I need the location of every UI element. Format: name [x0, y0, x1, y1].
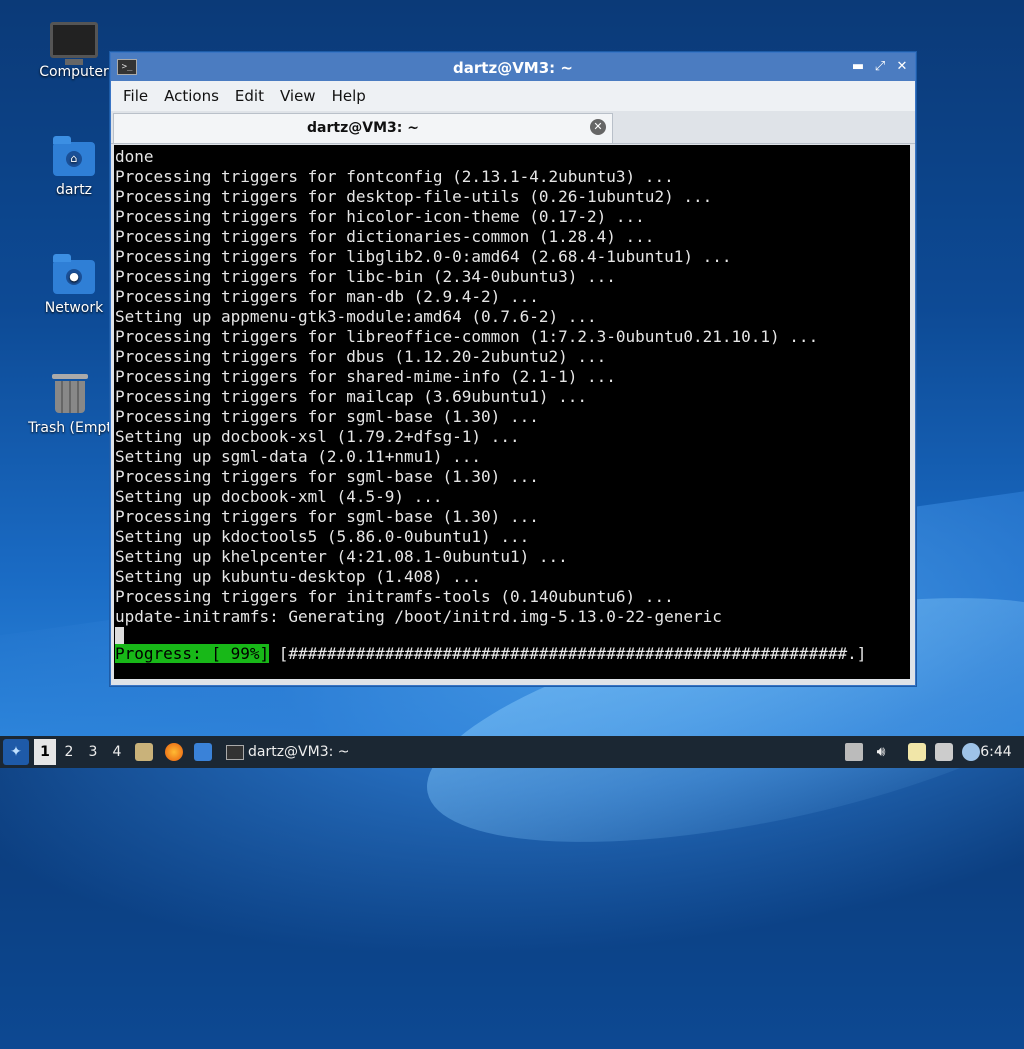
window-title: dartz@VM3: ~ [453, 59, 573, 77]
close-button[interactable]: ✕ [893, 58, 911, 76]
desktop-icon-label: Trash (Empt [28, 420, 112, 436]
terminal-icon [226, 745, 244, 760]
terminal-line: Processing triggers for fontconfig (2.13… [115, 167, 674, 186]
taskbar-terminal-button[interactable]: dartz@VM3: ~ [218, 736, 418, 768]
terminal-line: Processing triggers for dictionaries-com… [115, 227, 655, 246]
network-icon[interactable] [935, 743, 953, 761]
terminal-line: Processing triggers for sgml-base (1.30)… [115, 407, 539, 426]
trash-icon [52, 374, 88, 414]
computer-icon [50, 22, 98, 65]
terminal-cursor [115, 627, 124, 645]
terminal-line: Processing triggers for man-db (2.9.4-2)… [115, 287, 539, 306]
eject-icon[interactable] [845, 743, 863, 761]
terminal-line: Setting up sgml-data (2.0.11+nmu1) ... [115, 447, 482, 466]
clipboard-icon[interactable] [908, 743, 926, 761]
progress-bar-text: [#######################################… [269, 644, 867, 663]
workspace-4[interactable]: 4 [106, 736, 128, 768]
minimize-button[interactable]: ▬ [849, 58, 867, 76]
desktop-icon-label: Computer [39, 64, 109, 80]
desktop-icon-home[interactable]: ⌂ dartz [28, 136, 120, 198]
desktop-icon-label: Network [44, 300, 104, 316]
window-titlebar[interactable]: >_ dartz@VM3: ~ ▬ ⤢ ✕ [111, 53, 915, 81]
terminal-window[interactable]: >_ dartz@VM3: ~ ▬ ⤢ ✕ File Actions Edit … [110, 52, 916, 686]
network-folder-icon: ● [53, 254, 95, 294]
clock[interactable]: 6:44 [976, 736, 1016, 768]
maximize-button[interactable]: ⤢ [871, 58, 889, 76]
menu-actions[interactable]: Actions [156, 87, 227, 105]
progress-label: Progress: [ 99%] [115, 644, 270, 663]
terminal-line: Processing triggers for shared-mime-info… [115, 367, 616, 386]
terminal-line: Setting up kdoctools5 (5.86.0-0ubuntu1) … [115, 527, 530, 546]
progress-row: Progress: [ 99%] [######################… [115, 644, 866, 664]
show-desktop-icon[interactable] [194, 743, 212, 761]
menu-edit[interactable]: Edit [227, 87, 272, 105]
terminal-line: Processing triggers for hicolor-icon-the… [115, 207, 645, 226]
terminal-lines: done Processing triggers for fontconfig (… [114, 145, 910, 647]
tab-terminal[interactable]: dartz@VM3: ~ ✕ [113, 113, 613, 143]
terminal-line: Processing triggers for desktop-file-uti… [115, 187, 713, 206]
tab-bar: dartz@VM3: ~ ✕ [111, 111, 915, 144]
terminal-line: Processing triggers for sgml-base (1.30)… [115, 507, 539, 526]
workspace-3[interactable]: 3 [82, 736, 104, 768]
firefox-icon[interactable] [165, 743, 183, 761]
desktop-icon-trash[interactable]: Trash (Empt [20, 374, 120, 436]
workspace-1[interactable]: 1 [34, 739, 56, 765]
terminal-line: Processing triggers for mailcap (3.69ubu… [115, 387, 588, 406]
terminal-line: Setting up docbook-xsl (1.79.2+dfsg-1) .… [115, 427, 520, 446]
volume-icon[interactable]: 🔊︎ [870, 736, 892, 768]
terminal-line: Setting up appmenu-gtk3-module:amd64 (0.… [115, 307, 597, 326]
terminal-line: Processing triggers for dbus (1.12.20-2u… [115, 347, 607, 366]
menu-help[interactable]: Help [324, 87, 374, 105]
start-menu-button[interactable]: ✦ [3, 739, 29, 765]
terminal-line: Setting up kubuntu-desktop (1.408) ... [115, 567, 482, 586]
menu-bar: File Actions Edit View Help [111, 81, 915, 111]
terminal-line: update-initramfs: Generating /boot/initr… [115, 607, 722, 626]
terminal-line: Processing triggers for libc-bin (2.34-0… [115, 267, 616, 286]
desktop-icon-network[interactable]: ● Network [28, 254, 120, 316]
taskbar-task-label: dartz@VM3: ~ [248, 744, 350, 760]
desktop-icon-label: dartz [55, 182, 93, 198]
workspace-2[interactable]: 2 [58, 736, 80, 768]
file-manager-icon[interactable] [135, 743, 153, 761]
tab-close-icon[interactable]: ✕ [590, 119, 606, 135]
terminal-output[interactable]: done Processing triggers for fontconfig (… [114, 145, 910, 679]
menu-view[interactable]: View [272, 87, 324, 105]
terminal-line: Processing triggers for libreoffice-comm… [115, 327, 819, 346]
terminal-line: Processing triggers for initramfs-tools … [115, 587, 674, 606]
terminal-line: Processing triggers for libglib2.0-0:amd… [115, 247, 732, 266]
tab-label: dartz@VM3: ~ [307, 120, 419, 136]
desktop-icon-computer[interactable]: Computer [28, 22, 120, 80]
menu-file[interactable]: File [115, 87, 156, 105]
terminal-line: Setting up docbook-xml (4.5-9) ... [115, 487, 443, 506]
terminal-line: done [115, 147, 154, 166]
home-folder-icon: ⌂ [53, 136, 95, 176]
terminal-line: Processing triggers for sgml-base (1.30)… [115, 467, 539, 486]
taskbar: ✦ 1 2 3 4 dartz@VM3: ~ 🔊︎ 6:44 [0, 736, 1024, 768]
terminal-line: Setting up khelpcenter (4:21.08.1-0ubunt… [115, 547, 568, 566]
